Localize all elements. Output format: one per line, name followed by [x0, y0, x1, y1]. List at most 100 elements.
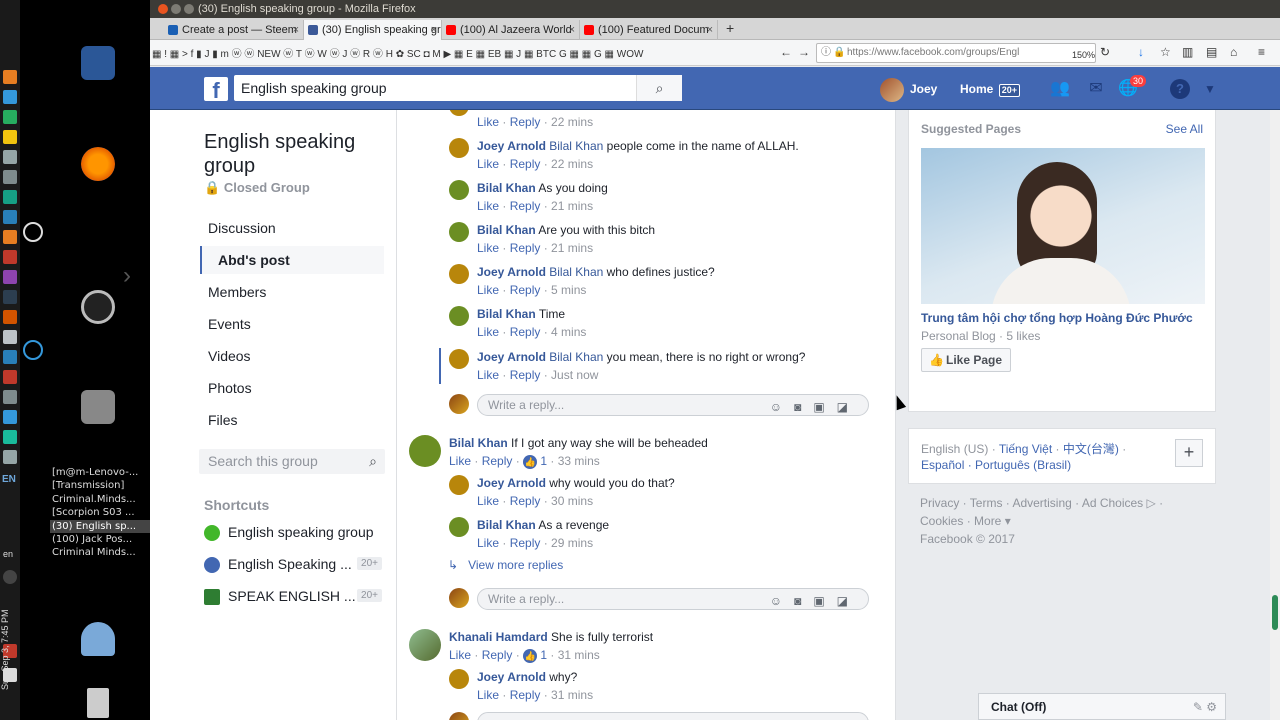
group-nav-abds-post[interactable]: Abd's post [200, 246, 384, 274]
app-icon[interactable] [23, 222, 43, 242]
profile-link[interactable]: Joey [880, 78, 937, 102]
author-name[interactable]: Joey Arnold [477, 670, 546, 684]
author-name[interactable]: Khanali Hamdard [449, 630, 548, 644]
app-icon[interactable] [3, 410, 17, 424]
like-link[interactable]: Like [477, 688, 499, 702]
library-icon[interactable]: ▥ [1182, 45, 1193, 59]
reply-link[interactable]: Reply [510, 494, 541, 508]
ubuntu-icon[interactable] [81, 290, 115, 324]
group-nav-discussion[interactable]: Discussion [208, 220, 276, 236]
timestamp[interactable]: 22 mins [551, 115, 593, 129]
reply-link[interactable]: Reply [510, 325, 541, 339]
shortcut-item[interactable]: SPEAK ENGLISH ... 20+ [204, 588, 382, 605]
avatar[interactable] [449, 138, 469, 158]
app-icon[interactable] [3, 90, 17, 104]
reply-link[interactable]: Reply [510, 115, 541, 129]
mention[interactable]: Bilal Khan [549, 265, 603, 279]
reply-input[interactable]: Write a reply... ☺◙▣◪ [477, 394, 869, 416]
like-page-button[interactable]: 👍 Like Page [921, 348, 1012, 372]
timestamp[interactable]: 5 mins [551, 283, 586, 297]
facebook-logo-icon[interactable]: f [204, 77, 228, 101]
chat-bar[interactable]: Chat (Off) ✎ ⚙ [978, 693, 1226, 720]
author-name[interactable]: Bilal Khan [477, 223, 536, 237]
mention[interactable]: Bilal Khan [549, 139, 603, 153]
emoji-icon[interactable]: ☺ [770, 400, 794, 414]
browser-tab[interactable]: (100) Al Jazeera World × [442, 20, 580, 40]
back-icon[interactable]: ← [780, 45, 792, 59]
search-icon[interactable]: ⌕ [369, 449, 377, 474]
group-nav-files[interactable]: Files [208, 412, 238, 428]
sticker-icon[interactable]: ◪ [837, 400, 860, 414]
gif-icon[interactable]: ▣ [813, 400, 836, 414]
add-language-button[interactable]: + [1175, 439, 1203, 467]
emoji-icon[interactable]: ☺ [770, 594, 794, 608]
timestamp[interactable]: 29 mins [551, 536, 593, 550]
footer-links[interactable]: Privacy · Terms · Advertising · Ad Choic… [920, 494, 1163, 512]
group-nav-events[interactable]: Events [208, 316, 251, 332]
maximize-window-icon[interactable] [184, 4, 194, 14]
like-link[interactable]: Like [477, 325, 499, 339]
minimize-window-icon[interactable] [171, 4, 181, 14]
gear-icon[interactable]: ⚙ [1206, 700, 1217, 714]
document-icon[interactable] [81, 46, 115, 80]
taskbar-item[interactable]: Criminal Minds... [50, 546, 150, 559]
sidebar-icon[interactable]: ▤ [1206, 45, 1217, 59]
close-tab-icon[interactable]: × [707, 20, 713, 40]
like-link[interactable]: Like [449, 648, 471, 662]
app-icon[interactable] [3, 310, 17, 324]
timestamp[interactable]: 30 mins [551, 494, 593, 508]
browser-tab[interactable]: (100) Featured Docum × [580, 20, 718, 40]
footer-links[interactable]: Cookies · More ▾ [920, 512, 1163, 530]
reply-input[interactable] [477, 712, 869, 720]
reply-link[interactable]: Reply [482, 648, 513, 662]
camera-icon[interactable]: ◙ [794, 594, 813, 608]
compose-icon[interactable]: ✎ [1193, 700, 1203, 714]
app-icon[interactable] [3, 230, 17, 244]
author-name[interactable]: Bilal Khan [477, 307, 536, 321]
avatar[interactable] [449, 180, 469, 200]
trash-icon[interactable] [87, 688, 109, 718]
app-icon[interactable] [3, 350, 17, 364]
account-menu-chevron-down-icon[interactable]: ▼ [1200, 79, 1220, 99]
language-link[interactable]: Español [921, 458, 964, 472]
taskbar-item[interactable]: [Scorpion S03 ... [50, 506, 150, 519]
group-nav-members[interactable]: Members [208, 284, 266, 300]
mention[interactable]: Bilal Khan [549, 350, 603, 364]
volume-icon[interactable] [3, 570, 17, 584]
download-icon[interactable]: ↓ [1138, 45, 1144, 59]
like-link[interactable]: Like [477, 368, 499, 382]
close-tab-icon[interactable]: × [569, 20, 575, 40]
like-link[interactable]: Like [477, 536, 499, 550]
timestamp[interactable]: 22 mins [551, 157, 593, 171]
author-name[interactable]: Bilal Khan [449, 436, 508, 450]
search-icon[interactable]: ⌕ [636, 75, 682, 101]
camera-icon[interactable]: ◙ [794, 400, 813, 414]
language-indicator[interactable]: en [3, 549, 13, 559]
like-link[interactable]: Like [477, 199, 499, 213]
avatar[interactable] [449, 475, 469, 495]
avatar[interactable] [449, 306, 469, 326]
taskbar-item[interactable]: (100) Jack Pos... [50, 533, 150, 546]
new-tab-icon[interactable]: + [726, 20, 734, 36]
like-link[interactable]: Like [477, 494, 499, 508]
app-icon[interactable] [3, 390, 17, 404]
like-link[interactable]: Like [477, 283, 499, 297]
clock[interactable]: Sun Sep 3, 7:45 PM [0, 600, 20, 700]
author-name[interactable]: Joey Arnold [477, 139, 546, 153]
timestamp[interactable]: 33 mins [558, 454, 600, 468]
like-link[interactable]: Like [449, 454, 471, 468]
messenger-icon[interactable]: ✉ [1086, 79, 1106, 99]
app-icon[interactable] [3, 330, 17, 344]
app-icon[interactable] [3, 130, 17, 144]
suggested-page-name[interactable]: Trung tâm hội chợ tổng hợp Hoàng Đức Phư… [921, 311, 1211, 325]
author-name[interactable]: Bilal Khan [477, 518, 536, 532]
app-icon[interactable] [3, 170, 17, 184]
avatar[interactable] [409, 629, 441, 661]
browser-tab[interactable]: Create a post — Steem × [164, 20, 304, 40]
home-icon[interactable]: ⌂ [1230, 45, 1237, 59]
avatar[interactable] [449, 222, 469, 242]
friend-requests-icon[interactable]: 👥 [1050, 79, 1070, 99]
author-name[interactable]: Joey Arnold [477, 350, 546, 364]
view-more-replies-link[interactable]: ↳ View more replies [448, 558, 563, 572]
keyboard-layout[interactable]: EN [2, 474, 16, 485]
